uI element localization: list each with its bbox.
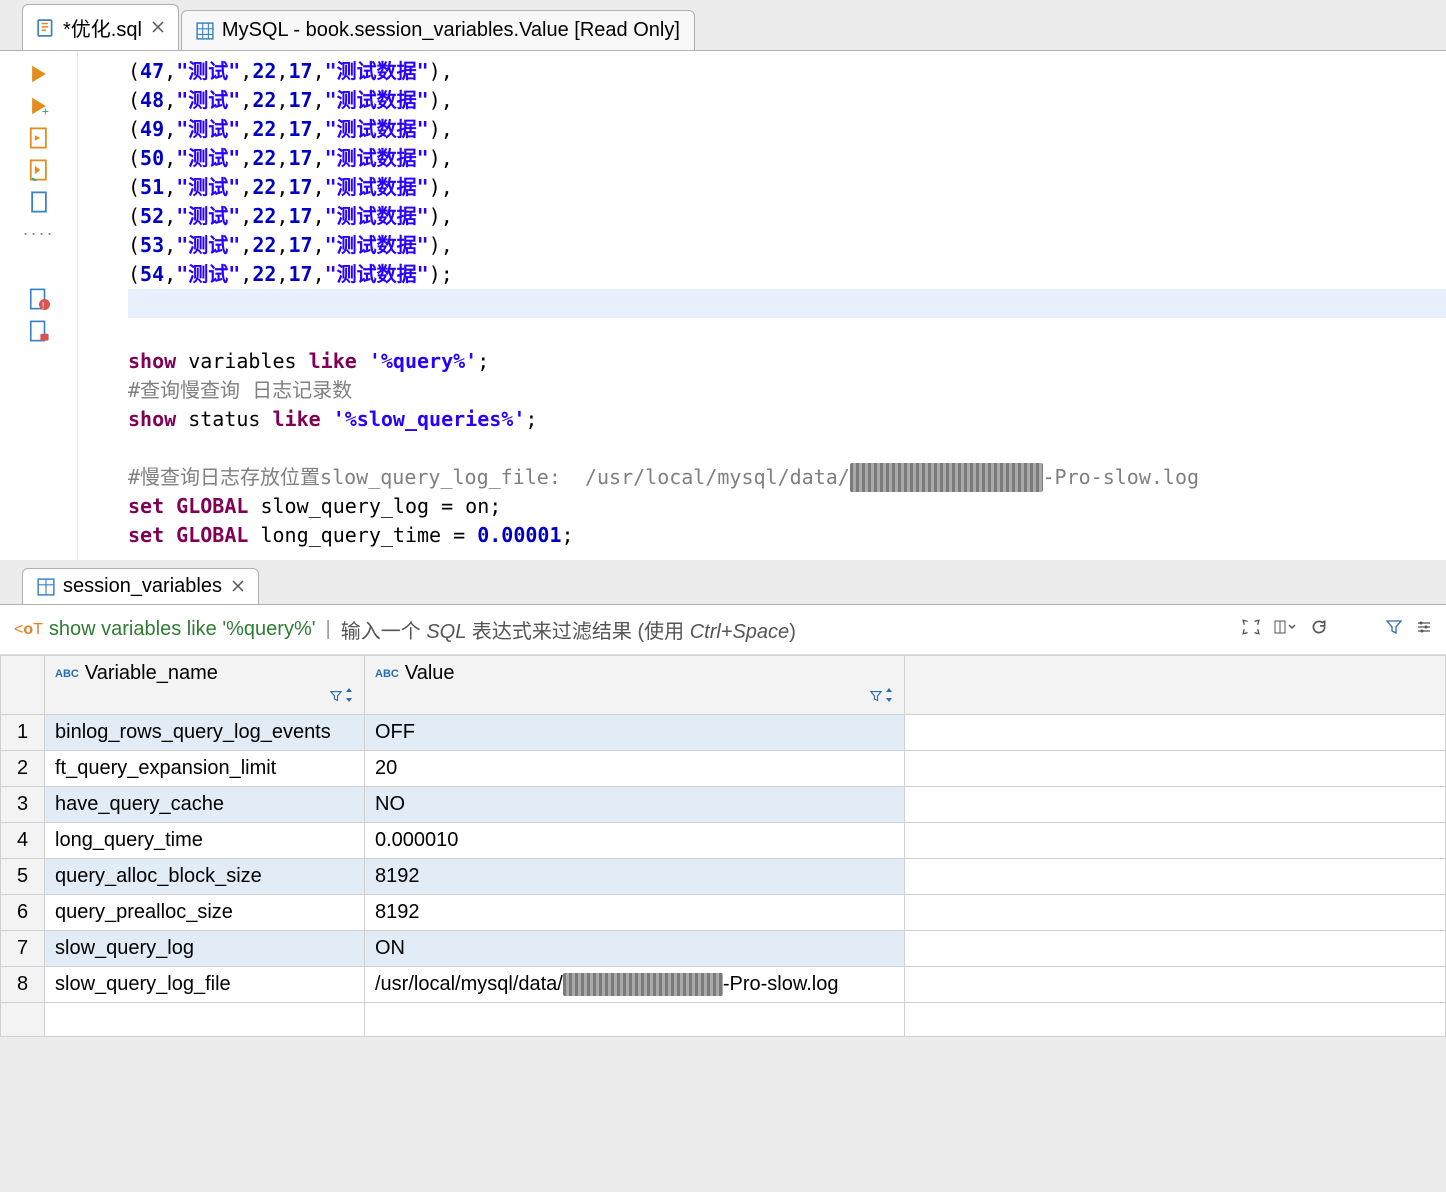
variable-name-cell[interactable]: query_alloc_block_size [45, 859, 365, 895]
expand-icon[interactable] [1242, 618, 1260, 642]
value-cell[interactable]: 0.000010 [365, 823, 905, 859]
editor-gutter: + ···· ! [0, 51, 78, 560]
empty-cell [45, 1003, 365, 1037]
spacer-cell [905, 859, 1446, 895]
sql-file-icon [37, 19, 55, 37]
table-row[interactable]: 3have_query_cacheNO [1, 787, 1446, 823]
variable-name-cell[interactable]: slow_query_log_file [45, 967, 365, 1003]
tab-label: *优化.sql [63, 13, 142, 42]
value-cell[interactable]: NO [365, 787, 905, 823]
column-header-variable-name[interactable]: ABC Variable_name [45, 656, 365, 715]
sql-editor: + ···· ! (47,"测试",22,17,"测试数据"), (48,"测试… [0, 50, 1446, 560]
script-run-icon[interactable] [28, 127, 50, 149]
svg-text:!: ! [41, 301, 44, 310]
error-doc-icon[interactable] [28, 320, 50, 342]
table-row[interactable]: 4long_query_time0.000010 [1, 823, 1446, 859]
close-icon[interactable] [152, 16, 164, 39]
editor-tabs: *优化.sql MySQL - book.session_variables.V… [0, 0, 1446, 50]
sort-icon[interactable] [344, 685, 354, 708]
grid-icon [37, 578, 55, 596]
filter-icon[interactable] [330, 685, 342, 708]
variable-name-cell[interactable]: slow_query_log [45, 931, 365, 967]
row-number: 7 [1, 931, 45, 967]
table-row[interactable]: 7slow_query_logON [1, 931, 1446, 967]
filter-icon[interactable] [870, 685, 882, 708]
row-number: 6 [1, 895, 45, 931]
script-run-arrow-icon[interactable] [28, 159, 50, 181]
tab-mysql-readonly[interactable]: MySQL - book.session_variables.Value [Re… [181, 10, 695, 50]
spacer-cell [905, 967, 1446, 1003]
value-cell[interactable]: 8192 [365, 895, 905, 931]
text-type-badge: ABC [55, 668, 79, 680]
tab-sql-file[interactable]: *优化.sql [22, 4, 179, 50]
run-icon[interactable] [28, 63, 50, 85]
table-row[interactable]: 2ft_query_expansion_limit20 [1, 751, 1446, 787]
settings-icon[interactable] [1416, 618, 1432, 641]
result-panel-tabs: session_variables [0, 560, 1446, 604]
variable-name-cell[interactable]: binlog_rows_query_log_events [45, 715, 365, 751]
row-number: 4 [1, 823, 45, 859]
result-panel: <oT show variables like '%query%' | 输入一个… [0, 604, 1446, 1037]
row-number: 2 [1, 751, 45, 787]
column-spacer [905, 656, 1446, 715]
variable-name-cell[interactable]: long_query_time [45, 823, 365, 859]
refresh-icon[interactable] [1310, 618, 1328, 642]
query-bar: <oT show variables like '%query%' | 输入一个… [0, 605, 1446, 655]
row-number: 1 [1, 715, 45, 751]
row-number: 3 [1, 787, 45, 823]
executed-query: show variables like '%query%' [49, 618, 316, 641]
filter-hint[interactable]: 输入一个 SQL 表达式来过滤结果 (使用 Ctrl+Space) [341, 615, 796, 644]
panel-tab-label: session_variables [63, 575, 222, 598]
doc-icon[interactable] [28, 191, 50, 213]
table-row[interactable]: 6query_prealloc_size8192 [1, 895, 1446, 931]
results-grid: ABC Variable_name ABC Value 1binlog_rows… [0, 655, 1446, 1037]
variable-name-cell[interactable]: query_prealloc_size [45, 895, 365, 931]
tab-label: MySQL - book.session_variables.Value [Re… [222, 19, 680, 42]
sort-icon[interactable] [884, 685, 894, 708]
svg-text:+: + [41, 105, 48, 117]
row-number [1, 1003, 45, 1037]
filter-icon[interactable] [1386, 618, 1402, 641]
spacer-cell [905, 823, 1446, 859]
table-row[interactable]: 1binlog_rows_query_log_eventsOFF [1, 715, 1446, 751]
value-cell[interactable]: /usr/local/mysql/data/xxxxxxxxxxxxxxxx-P… [365, 967, 905, 1003]
tab-session-variables[interactable]: session_variables [22, 568, 259, 604]
table-row[interactable]: 8slow_query_log_file/usr/local/mysql/dat… [1, 967, 1446, 1003]
spacer-cell [905, 895, 1446, 931]
run-plus-icon[interactable]: + [28, 95, 50, 117]
warning-doc-icon[interactable]: ! [28, 288, 50, 310]
table-row[interactable]: 5query_alloc_block_size8192 [1, 859, 1446, 895]
value-cell[interactable]: ON [365, 931, 905, 967]
spacer-cell [905, 1003, 1446, 1037]
variable-name-cell[interactable]: ft_query_expansion_limit [45, 751, 365, 787]
corner-cell [1, 656, 45, 715]
value-cell[interactable]: 8192 [365, 859, 905, 895]
row-number: 8 [1, 967, 45, 1003]
spacer-cell [905, 931, 1446, 967]
variable-name-cell[interactable]: have_query_cache [45, 787, 365, 823]
more-dots: ···· [23, 223, 55, 244]
sql-statement-icon: <oT [14, 621, 43, 639]
table-icon [196, 22, 214, 40]
divider: | [326, 618, 331, 641]
spacer-cell [905, 751, 1446, 787]
close-icon[interactable] [232, 575, 244, 598]
column-header-value[interactable]: ABC Value [365, 656, 905, 715]
layout-dropdown-icon[interactable] [1274, 618, 1296, 642]
spacer-cell [905, 787, 1446, 823]
text-type-badge: ABC [375, 668, 399, 680]
empty-cell [365, 1003, 905, 1037]
code-area[interactable]: (47,"测试",22,17,"测试数据"), (48,"测试",22,17,"… [78, 51, 1446, 560]
spacer-cell [905, 715, 1446, 751]
value-cell[interactable]: 20 [365, 751, 905, 787]
row-number: 5 [1, 859, 45, 895]
value-cell[interactable]: OFF [365, 715, 905, 751]
